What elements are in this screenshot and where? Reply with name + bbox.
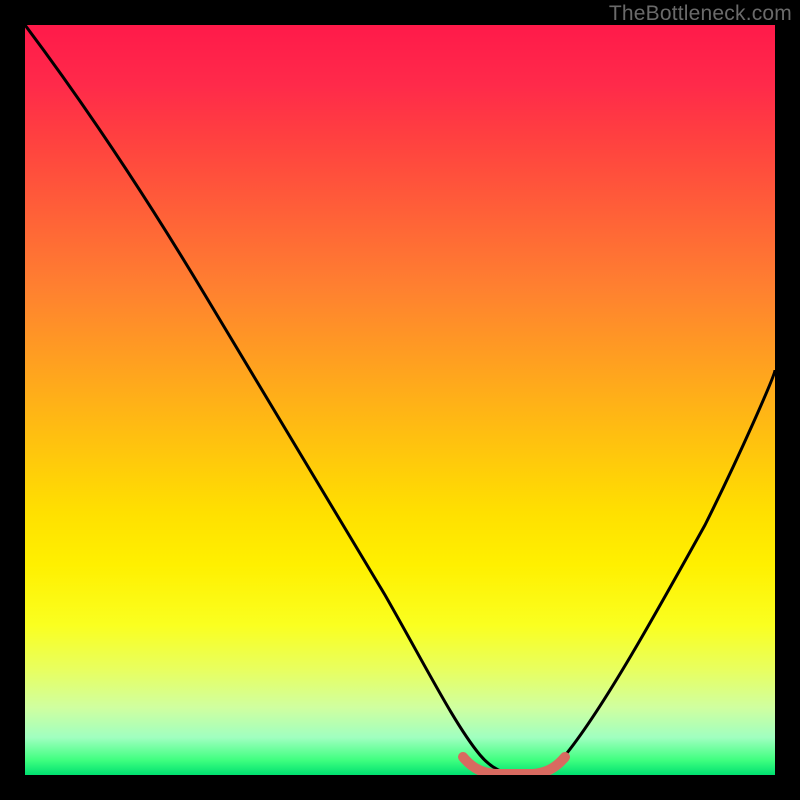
chart-container: TheBottleneck.com [0,0,800,800]
bottom-marker [463,757,565,774]
watermark-text: TheBottleneck.com [609,2,792,26]
plot-area [25,25,775,775]
curve-layer [25,25,775,775]
bottleneck-curve [25,25,775,774]
